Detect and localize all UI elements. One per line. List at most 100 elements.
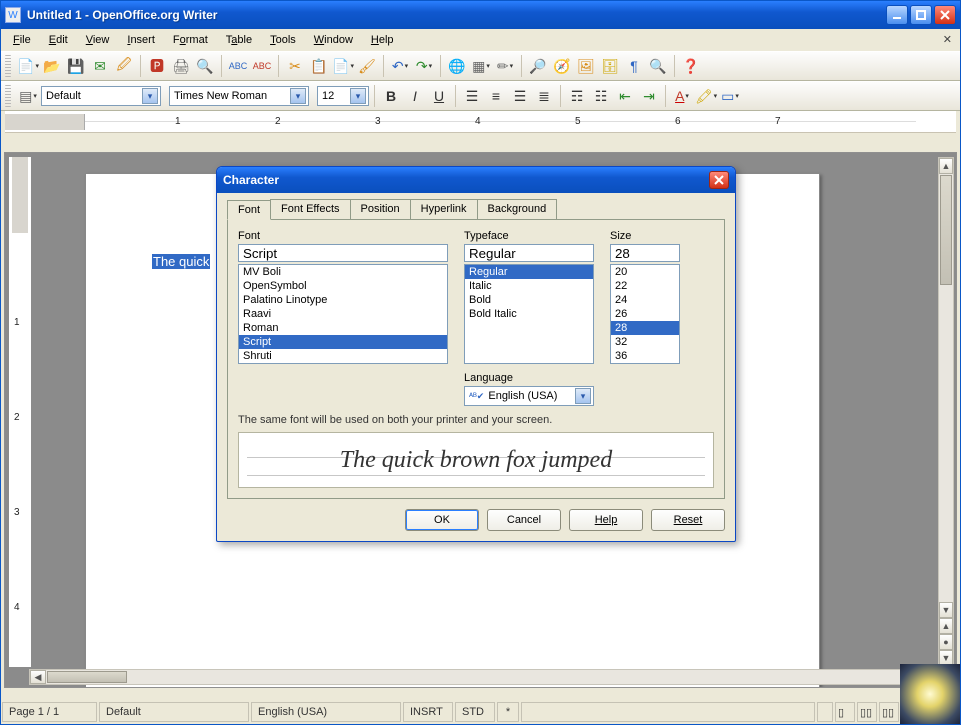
list-item[interactable]: 26 [611,307,679,321]
dialog-title-bar[interactable]: Character [217,167,735,193]
cut-button[interactable]: ✂ [284,55,306,77]
format-paintbrush-button[interactable]: 🖌 [356,55,378,77]
align-right-button[interactable]: ☰ [509,85,531,107]
view-multi-button[interactable]: ▯▯ [857,702,877,722]
horizontal-ruler[interactable]: └ 1 2 3 4 5 6 7 [5,111,956,133]
status-overwrite[interactable]: INSRT [403,702,453,722]
list-item[interactable]: 24 [611,293,679,307]
zoom-button[interactable]: 🔍 [647,55,669,77]
tab-font-effects[interactable]: Font Effects [270,199,351,219]
open-button[interactable]: 📂 [41,55,63,77]
status-modified[interactable]: * [497,702,519,722]
toolbar-grip[interactable] [5,85,11,107]
undo-button[interactable]: ↶▾ [389,55,411,77]
list-item[interactable]: 32 [611,335,679,349]
italic-button[interactable]: I [404,85,426,107]
list-item[interactable]: 22 [611,279,679,293]
prev-page-button[interactable]: ▲ [939,618,953,634]
document-text[interactable]: The quick [152,254,210,269]
autospellcheck-button[interactable]: ABC [251,55,273,77]
paste-button[interactable]: 📄▾ [332,55,354,77]
copy-button[interactable]: 📋 [308,55,330,77]
redo-button[interactable]: ↷▾ [413,55,435,77]
scroll-track[interactable] [939,286,953,602]
navigator-button[interactable]: 🧭 [551,55,573,77]
cancel-button[interactable]: Cancel [487,509,561,531]
help-button[interactable]: Help [569,509,643,531]
highlight-button[interactable]: 🖍▾ [695,85,717,107]
export-pdf-button[interactable]: 🅿 [146,55,168,77]
scroll-thumb[interactable] [940,175,952,285]
ok-button[interactable]: OK [405,509,479,531]
nonprinting-button[interactable]: ¶ [623,55,645,77]
status-style[interactable]: Default [99,702,249,722]
window-minimize-button[interactable] [886,5,908,25]
list-item[interactable]: 20 [611,265,679,279]
list-item[interactable]: Regular [465,265,593,279]
list-item[interactable]: Shruti [239,349,447,363]
font-listbox[interactable]: MV BoliOpenSymbolPalatino LinotypeRaaviR… [238,264,448,364]
indent-increase-button[interactable]: ⇥ [638,85,660,107]
align-center-button[interactable]: ≡ [485,85,507,107]
status-page[interactable]: Page 1 / 1 [2,702,97,722]
list-item[interactable]: Bold [465,293,593,307]
status-language[interactable]: English (USA) [251,702,401,722]
list-item[interactable]: 36 [611,349,679,363]
menu-table[interactable]: Table [218,33,260,47]
vertical-scrollbar[interactable]: ▲ ▼ ▲ ● ▼ [938,157,954,667]
list-item[interactable]: Italic [465,279,593,293]
styles-button[interactable]: ▤▾ [17,85,39,107]
size-input[interactable] [610,244,680,262]
find-replace-button[interactable]: 🔎 [527,55,549,77]
list-item[interactable]: 28 [611,321,679,335]
vertical-ruler[interactable]: 1 2 3 4 [9,157,31,667]
document-close-button[interactable]: ✕ [943,33,952,46]
menu-view[interactable]: View [78,33,118,47]
menu-edit[interactable]: Edit [41,33,76,47]
size-listbox[interactable]: 20222426283236 [610,264,680,364]
window-maximize-button[interactable] [910,5,932,25]
tab-position[interactable]: Position [350,199,411,219]
scroll-up-button[interactable]: ▲ [939,158,953,174]
paragraph-style-dropdown[interactable]: Default ▾ [41,86,161,106]
font-size-dropdown[interactable]: 12 ▾ [317,86,369,106]
edit-file-button[interactable]: 🖉 [113,55,135,77]
table-button[interactable]: ▦▾ [470,55,492,77]
print-button[interactable]: 🖨 [170,55,192,77]
background-color-button[interactable]: ▭▾ [719,85,741,107]
view-book-button[interactable]: ▯▯ [879,702,899,722]
toolbar-grip[interactable] [5,55,11,77]
tab-background[interactable]: Background [477,199,558,219]
bullets-button[interactable]: ☷ [590,85,612,107]
dialog-close-button[interactable] [709,171,729,189]
list-item[interactable]: Roman [239,321,447,335]
list-item[interactable]: OpenSymbol [239,279,447,293]
status-selection[interactable]: STD [455,702,495,722]
language-dropdown[interactable]: ᴬᴮ✔ English (USA) ▾ [464,386,594,406]
email-button[interactable]: ✉ [89,55,111,77]
menu-help[interactable]: Help [363,33,402,47]
hyperlink-button[interactable]: 🌐 [446,55,468,77]
list-item[interactable]: Script [239,335,447,349]
tab-font[interactable]: Font [227,200,271,220]
print-preview-button[interactable]: 🔍 [194,55,216,77]
new-button[interactable]: 📄▾ [17,55,39,77]
spellcheck-button[interactable]: ABC [227,55,249,77]
typeface-listbox[interactable]: RegularItalicBoldBold Italic [464,264,594,364]
menu-format[interactable]: Format [165,33,216,47]
status-digital-signature[interactable] [817,702,833,722]
font-color-button[interactable]: A▾ [671,85,693,107]
list-item[interactable]: MV Boli [239,265,447,279]
horizontal-scrollbar[interactable]: ◀ ▶ [29,669,954,685]
list-item[interactable]: Raavi [239,307,447,321]
menu-insert[interactable]: Insert [119,33,163,47]
save-button[interactable]: 💾 [65,55,87,77]
navigation-button[interactable]: ● [939,634,953,650]
show-draw-button[interactable]: ✏▾ [494,55,516,77]
list-item[interactable]: Palatino Linotype [239,293,447,307]
bold-button[interactable]: B [380,85,402,107]
align-left-button[interactable]: ☰ [461,85,483,107]
reset-button[interactable]: Reset [651,509,725,531]
menu-window[interactable]: Window [306,33,361,47]
datasources-button[interactable]: 🗄 [599,55,621,77]
